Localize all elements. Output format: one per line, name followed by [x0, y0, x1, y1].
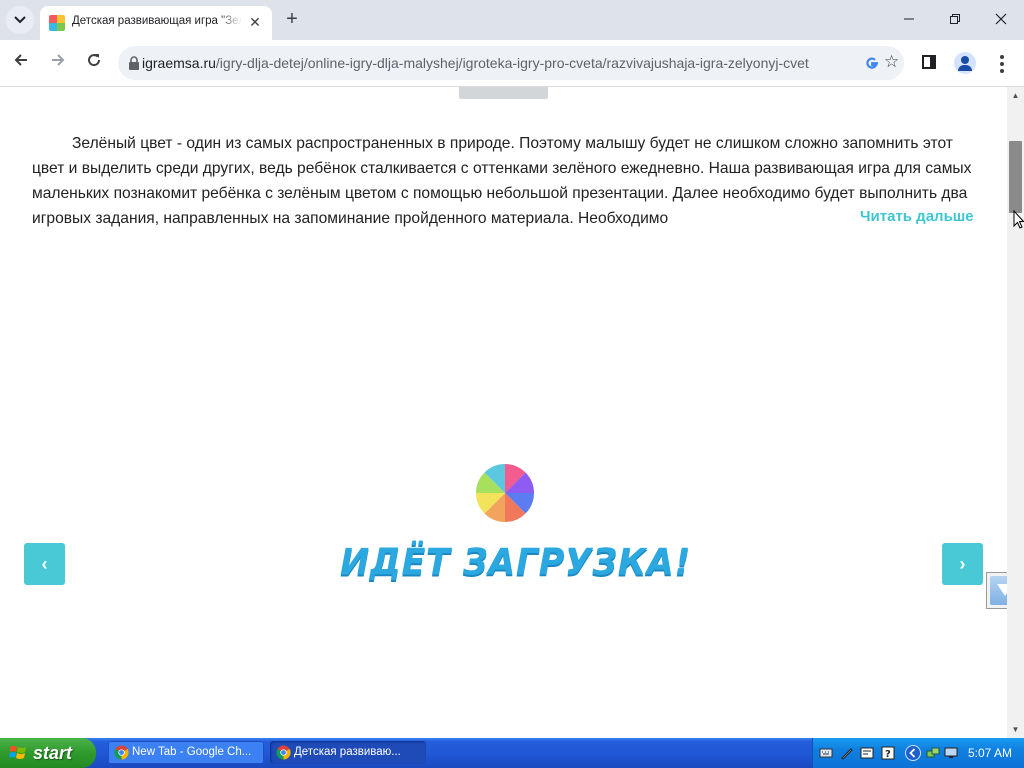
windows-flag-icon: [9, 746, 26, 759]
taskbar-item-game-tab[interactable]: Детская развиваю...: [270, 741, 426, 764]
google-lens-icon[interactable]: [864, 55, 880, 71]
chrome-icon: [114, 745, 129, 760]
new-tab-button[interactable]: +: [280, 8, 304, 32]
minimize-icon[interactable]: [894, 8, 924, 32]
chrome-icon: [276, 745, 291, 760]
start-label: start: [33, 743, 73, 763]
lock-icon[interactable]: [128, 56, 140, 70]
forward-icon[interactable]: [45, 50, 71, 76]
reload-icon[interactable]: [81, 50, 107, 76]
system-tray: ? 5:07 AM: [812, 738, 1024, 768]
read-more-link[interactable]: Читать дальше: [858, 208, 974, 225]
scroll-up-arrow-icon[interactable]: ▲: [1007, 87, 1024, 104]
network-icon[interactable]: [926, 746, 940, 760]
top-button-partial[interactable]: [459, 87, 548, 99]
close-window-icon[interactable]: [986, 8, 1016, 32]
page-viewport: Зелёный цвет - один из самых распростран…: [0, 87, 1007, 738]
browser-tab[interactable]: Детская развивающая игра "Зеленый цвет" …: [40, 6, 272, 40]
loading-spinner-icon: [476, 464, 534, 522]
language-bar-icon[interactable]: [860, 746, 874, 760]
site-favicon-icon: [49, 15, 65, 31]
slider-next-button[interactable]: ›: [942, 543, 983, 585]
pen-icon[interactable]: [840, 746, 854, 760]
taskbar: start New Tab - Google Ch... Детская раз…: [0, 738, 1024, 768]
kebab-menu-icon[interactable]: [994, 52, 1010, 74]
taskbar-item-new-tab[interactable]: New Tab - Google Ch...: [108, 741, 264, 764]
slider-prev-button[interactable]: ‹: [24, 543, 65, 585]
tab-title: Детская развивающая игра "Зеленый цвет": [72, 15, 242, 31]
keyboard-icon[interactable]: [819, 746, 833, 760]
svg-text:?: ?: [885, 749, 891, 760]
show-hidden-icons-icon[interactable]: [905, 745, 921, 761]
url-text[interactable]: igraemsa.ru/igry-dlja-detej/online-igry-…: [142, 55, 809, 71]
restore-icon[interactable]: [940, 8, 970, 32]
mouse-cursor-icon: [1013, 210, 1024, 229]
start-button[interactable]: start: [0, 738, 96, 768]
display-icon[interactable]: [944, 746, 958, 760]
address-bar[interactable]: igraemsa.ru/igry-dlja-detej/online-igry-…: [118, 46, 904, 80]
taskbar-item-label: New Tab - Google Ch...: [132, 746, 252, 758]
loading-label: ИДЁТ ЗАГРУЗКА!: [340, 542, 691, 584]
side-panel-icon[interactable]: [922, 55, 936, 69]
scroll-down-arrow-icon[interactable]: ▼: [1007, 721, 1024, 738]
close-tab-icon[interactable]: ✕: [246, 13, 264, 31]
page-scrollbar[interactable]: ▲ ▼: [1007, 87, 1024, 738]
scrollbar-thumb[interactable]: [1009, 141, 1022, 213]
bookmark-star-icon[interactable]: ☆: [884, 52, 899, 72]
url-domain: igraemsa.ru: [142, 55, 216, 71]
tab-search-button[interactable]: [6, 6, 34, 34]
taskbar-item-label: Детская развиваю...: [294, 746, 401, 758]
clock: 5:07 AM: [968, 746, 1013, 760]
chevron-down-icon: [14, 16, 26, 24]
help-icon[interactable]: ?: [881, 746, 895, 760]
browser-toolbar: igraemsa.ru/igry-dlja-detej/online-igry-…: [0, 40, 1024, 87]
back-icon[interactable]: [8, 50, 34, 76]
url-path: /igry-dlja-detej/online-igry-dlja-malysh…: [215, 55, 809, 71]
tab-strip: Детская развивающая игра "Зеленый цвет" …: [0, 0, 1024, 40]
profile-avatar-icon[interactable]: [954, 52, 976, 74]
